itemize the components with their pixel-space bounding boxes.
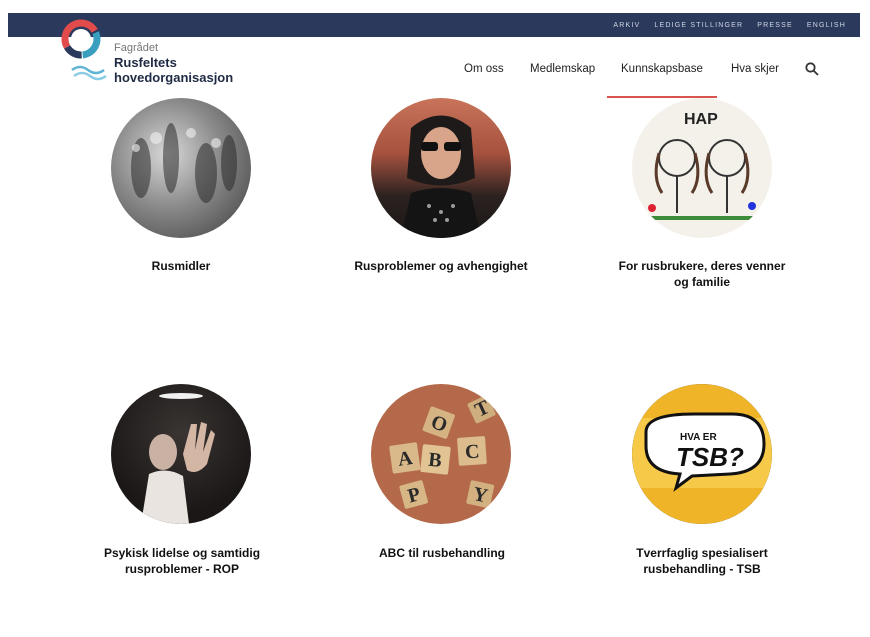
logo-waves-icon [71, 65, 107, 81]
utility-link-archive[interactable]: ARKIV [613, 22, 640, 29]
nav-item-medlemskap[interactable]: Medlemskap [530, 63, 595, 75]
nav-item-om-oss[interactable]: Om oss [464, 63, 504, 75]
card-label-line: Psykisk lidelse og samtidig [103, 546, 261, 560]
card-image-abc[interactable]: A B C O P T Y [371, 384, 511, 524]
person-sunglasses-icon [401, 115, 481, 238]
card-label-tsb[interactable]: Tverrfaglig spesialisert rusbehandling -… [612, 545, 792, 577]
brand-name[interactable]: Fagrådet Rusfeltets hovedorganisasjon [114, 42, 233, 85]
card-label-line: For rusbrukere, deres venner [618, 259, 786, 273]
utility-link-press[interactable]: PRESSE [757, 22, 793, 29]
speech-bubble-icon: HVA ER TSB? [632, 384, 772, 524]
card-label-rusmidler[interactable]: Rusmidler [100, 258, 262, 274]
card-image-tsb[interactable]: HVA ER TSB? [632, 384, 772, 524]
card-label-line: og familie [673, 275, 730, 289]
logo-ring-icon[interactable] [60, 18, 102, 60]
brand-line-2: Rusfeltets [114, 55, 177, 70]
crowd-photo-icon [131, 123, 237, 203]
utility-links: ARKIV LEDIGE STILLINGER PRESSE ENGLISH [613, 13, 846, 37]
brand-line-1: Fagrådet [114, 42, 159, 54]
child-drawing-icon: HAP [642, 111, 762, 220]
svg-text:C: C [464, 440, 480, 463]
card-label-line: Rusmidler [151, 259, 211, 273]
brand-line-3: hovedorganisasjon [114, 70, 234, 85]
card-image-rusbrukere[interactable]: HAP [632, 98, 772, 238]
tsb-bubble-line2: TSB? [676, 442, 744, 472]
svg-text:B: B [427, 449, 443, 472]
drawing-hap-text: HAP [684, 111, 718, 128]
utility-link-english[interactable]: ENGLISH [807, 22, 846, 29]
person-hand-icon [141, 393, 215, 524]
card-label-line: ABC til rusbehandling [379, 546, 505, 560]
card-label-line: Tverrfaglig spesialisert [636, 546, 768, 560]
card-label-line: Rusproblemer og avhengighet [354, 259, 528, 273]
card-image-rusproblemer[interactable] [371, 98, 511, 238]
card-label-rusbrukere[interactable]: For rusbrukere, deres venner og familie [600, 258, 804, 290]
card-image-rop[interactable] [111, 384, 251, 524]
card-label-line: rusproblemer - ROP [124, 562, 240, 576]
nav-item-hva-skjer[interactable]: Hva skjer [731, 63, 779, 75]
search-icon[interactable] [805, 62, 819, 76]
utility-link-jobs[interactable]: LEDIGE STILLINGER [654, 22, 743, 29]
card-label-rusproblemer[interactable]: Rusproblemer og avhengighet [340, 258, 542, 274]
card-image-rusmidler[interactable] [111, 98, 251, 238]
card-label-rop[interactable]: Psykisk lidelse og samtidig rusproblemer… [92, 545, 272, 577]
letter-tiles-icon: A B C O P T Y [389, 395, 496, 509]
card-label-line: rusbehandling - TSB [643, 562, 761, 576]
top-utility-bar: ARKIV LEDIGE STILLINGER PRESSE ENGLISH [8, 13, 860, 37]
card-label-abc[interactable]: ABC til rusbehandling [352, 545, 532, 561]
nav-item-kunnskapsbase[interactable]: Kunnskapsbase [621, 63, 703, 75]
